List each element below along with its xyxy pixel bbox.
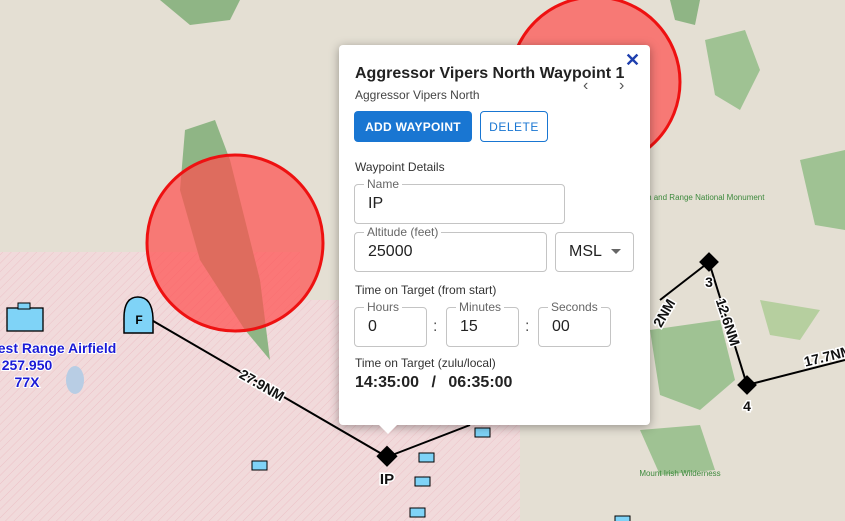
tot-times: 14:35:00 / 06:35:00 xyxy=(355,374,512,392)
minutes-field-label: Minutes xyxy=(456,300,505,314)
add-waypoint-button[interactable]: ADD WAYPOINT xyxy=(354,111,472,142)
airfield-tacan: 77X xyxy=(15,374,41,390)
name-field-label: Name xyxy=(364,177,403,191)
seconds-field-label: Seconds xyxy=(548,300,601,314)
ground-unit-icon[interactable] xyxy=(614,515,631,521)
park-label: Mount Irish Wilderness xyxy=(639,469,720,478)
time-separator: : xyxy=(525,318,530,335)
chevron-right-icon[interactable]: › xyxy=(619,77,624,95)
altitude-field[interactable]: Altitude (feet) 25000 xyxy=(354,225,547,272)
zulu-time: 14:35:00 xyxy=(355,374,420,391)
time-divider: / xyxy=(431,374,436,391)
ground-unit-icon[interactable] xyxy=(251,460,268,471)
altitude-field-value[interactable]: 25000 xyxy=(368,243,413,261)
close-icon[interactable]: ✕ xyxy=(625,50,640,71)
fighter-marker-label: F xyxy=(135,313,142,327)
popup-subtitle: Aggressor Vipers North xyxy=(355,88,480,102)
local-time: 06:35:00 xyxy=(448,374,513,391)
airfield-icon[interactable] xyxy=(6,307,44,332)
name-field[interactable]: Name IP xyxy=(354,177,565,224)
tot-heading: Time on Target (from start) xyxy=(355,283,497,297)
waypoint-label-4: 4 xyxy=(743,398,751,414)
minutes-field-value[interactable]: 15 xyxy=(460,318,478,336)
seconds-field[interactable]: Seconds 00 xyxy=(538,300,611,347)
waypoint-label-3: 3 xyxy=(705,274,713,290)
ground-unit-icon[interactable] xyxy=(409,507,426,518)
delete-button[interactable]: DELETE xyxy=(480,111,548,142)
hours-field-value[interactable]: 0 xyxy=(368,318,377,336)
airfield-frequency: 257.950 xyxy=(2,357,53,373)
seconds-field-value[interactable]: 00 xyxy=(552,318,570,336)
park-label: Basin and Range National Monument xyxy=(632,193,766,202)
hours-field[interactable]: Hours 0 xyxy=(354,300,427,347)
waypoint-popup: Aggressor Vipers North Waypoint 1 Aggres… xyxy=(339,45,650,434)
minutes-field[interactable]: Minutes 15 xyxy=(446,300,519,347)
chevron-down-icon xyxy=(611,249,621,254)
tot-zulu-heading: Time on Target (zulu/local) xyxy=(355,356,496,370)
name-field-value[interactable]: IP xyxy=(368,195,383,213)
waypoint-label-ip: IP xyxy=(380,471,394,488)
altitude-reference-select[interactable]: MSL xyxy=(555,232,634,272)
threat-ring[interactable] xyxy=(145,153,325,333)
altitude-field-label: Altitude (feet) xyxy=(364,225,442,239)
dry-lake xyxy=(66,366,84,394)
ground-unit-icon[interactable] xyxy=(474,427,491,438)
waypoint-details-heading: Waypoint Details xyxy=(355,160,445,174)
chevron-left-icon[interactable]: ‹ xyxy=(583,77,588,95)
hours-field-label: Hours xyxy=(364,300,403,314)
altitude-reference-value: MSL xyxy=(569,243,602,260)
time-separator: : xyxy=(433,318,438,335)
airfield-icon-tab xyxy=(17,302,31,310)
airfield-name: est Range Airfield xyxy=(0,340,116,356)
ground-unit-icon[interactable] xyxy=(414,476,431,487)
ground-unit-icon[interactable] xyxy=(418,452,435,463)
